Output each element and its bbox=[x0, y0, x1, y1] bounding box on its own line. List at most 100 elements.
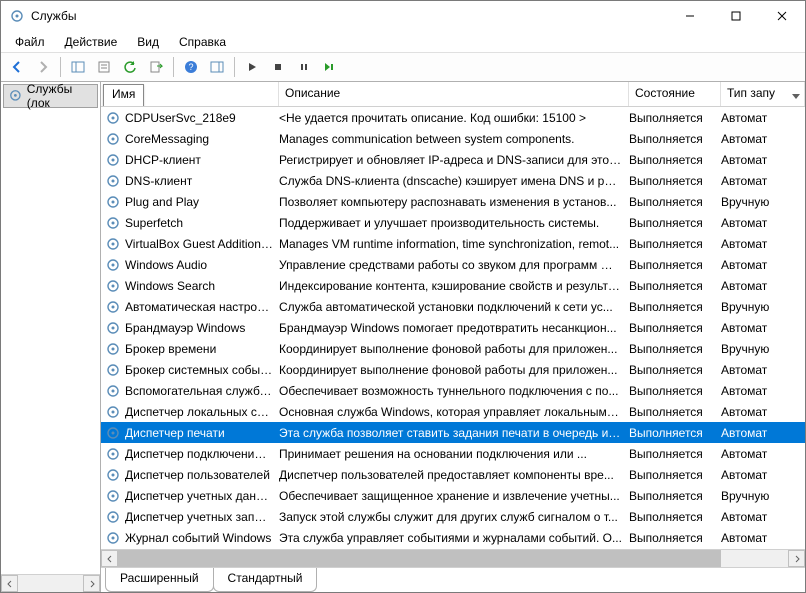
service-row[interactable]: Диспетчер подключений ...Принимает решен… bbox=[101, 443, 805, 464]
restart-service-button[interactable] bbox=[318, 55, 342, 79]
service-row[interactable]: Журнал событий WindowsЭта служба управля… bbox=[101, 527, 805, 548]
service-row[interactable]: Windows AudioУправление средствами работ… bbox=[101, 254, 805, 275]
service-startup-type: Вручную bbox=[721, 489, 805, 503]
service-row[interactable]: CDPUserSvc_218e9<Не удается прочитать оп… bbox=[101, 107, 805, 128]
service-startup-type: Вручную bbox=[721, 195, 805, 209]
console-tree[interactable]: Службы (лок bbox=[1, 82, 101, 592]
service-gear-icon bbox=[105, 488, 121, 504]
service-startup-type: Автомат bbox=[721, 510, 805, 524]
service-name: Автоматическая настройк... bbox=[125, 300, 279, 314]
service-state: Выполняется bbox=[629, 237, 721, 251]
service-description: Регистрирует и обновляет IP-адреса и DNS… bbox=[279, 153, 629, 167]
list-hscroll[interactable] bbox=[101, 549, 805, 567]
service-row[interactable]: Вспомогательная служба IPОбеспечивает во… bbox=[101, 380, 805, 401]
scroll-left-icon[interactable] bbox=[101, 550, 118, 567]
service-description: Manages VM runtime information, time syn… bbox=[279, 237, 629, 251]
service-row[interactable]: Брокер системных событийКоординирует вып… bbox=[101, 359, 805, 380]
service-gear-icon bbox=[105, 362, 121, 378]
service-row[interactable]: Брокер времениКоординирует выполнение фо… bbox=[101, 338, 805, 359]
column-description[interactable]: Описание bbox=[279, 82, 629, 106]
service-name: DHCP-клиент bbox=[125, 153, 279, 167]
maximize-button[interactable] bbox=[713, 1, 759, 31]
service-name: Брандмауэр Windows bbox=[125, 321, 279, 335]
service-name: Windows Search bbox=[125, 279, 279, 293]
service-state: Выполняется bbox=[629, 258, 721, 272]
sort-indicator-icon bbox=[792, 88, 800, 102]
service-row[interactable]: DNS-клиентСлужба DNS-клиента (dnscache) … bbox=[101, 170, 805, 191]
service-gear-icon bbox=[105, 173, 121, 189]
service-state: Выполняется bbox=[629, 300, 721, 314]
service-description: Обеспечивает возможность туннельного под… bbox=[279, 384, 629, 398]
service-state: Выполняется bbox=[629, 489, 721, 503]
tab-extended[interactable]: Расширенный bbox=[105, 568, 214, 592]
service-name: DNS-клиент bbox=[125, 174, 279, 188]
service-gear-icon bbox=[105, 257, 121, 273]
service-startup-type: Автомат bbox=[721, 153, 805, 167]
service-startup-type: Автомат bbox=[721, 447, 805, 461]
help-button[interactable]: ? bbox=[179, 55, 203, 79]
service-row[interactable]: Windows SearchИндексирование контента, к… bbox=[101, 275, 805, 296]
column-startup-type[interactable]: Тип запу bbox=[721, 82, 805, 106]
service-gear-icon bbox=[105, 509, 121, 525]
service-state: Выполняется bbox=[629, 279, 721, 293]
menu-view[interactable]: Вид bbox=[127, 33, 169, 51]
column-name[interactable]: Имя bbox=[101, 82, 279, 106]
export-list-button[interactable] bbox=[144, 55, 168, 79]
left-pane-hscroll[interactable] bbox=[1, 574, 100, 592]
service-row[interactable]: Диспетчер учетных записе...Запуск этой с… bbox=[101, 506, 805, 527]
service-description: Позволяет компьютеру распознавать измене… bbox=[279, 195, 629, 209]
start-service-button[interactable] bbox=[240, 55, 264, 79]
forward-button[interactable] bbox=[31, 55, 55, 79]
service-row[interactable]: Брандмауэр WindowsБрандмауэр Windows пом… bbox=[101, 317, 805, 338]
service-gear-icon bbox=[105, 404, 121, 420]
service-row[interactable]: Автоматическая настройк...Служба автомат… bbox=[101, 296, 805, 317]
column-state[interactable]: Состояние bbox=[629, 82, 721, 106]
service-name: CDPUserSvc_218e9 bbox=[125, 111, 279, 125]
stop-service-button[interactable] bbox=[266, 55, 290, 79]
scrollbar-thumb[interactable] bbox=[118, 550, 721, 567]
service-startup-type: Автомат bbox=[721, 363, 805, 377]
service-row[interactable]: Plug and PlayПозволяет компьютеру распоз… bbox=[101, 191, 805, 212]
service-name: Plug and Play bbox=[125, 195, 279, 209]
service-row[interactable]: Диспетчер печатиЭта служба позволяет ста… bbox=[101, 422, 805, 443]
service-gear-icon bbox=[105, 110, 121, 126]
service-name: Диспетчер учетных данных bbox=[125, 489, 279, 503]
service-row[interactable]: Диспетчер пользователейДиспетчер пользов… bbox=[101, 464, 805, 485]
service-description: Поддерживает и улучшает производительнос… bbox=[279, 216, 629, 230]
service-startup-type: Автомат bbox=[721, 384, 805, 398]
refresh-button[interactable] bbox=[118, 55, 142, 79]
service-row[interactable]: SuperfetchПоддерживает и улучшает произв… bbox=[101, 212, 805, 233]
service-state: Выполняется bbox=[629, 216, 721, 230]
back-button[interactable] bbox=[5, 55, 29, 79]
service-description: Эта служба позволяет ставить задания печ… bbox=[279, 426, 629, 440]
service-state: Выполняется bbox=[629, 405, 721, 419]
action-pane-button[interactable] bbox=[205, 55, 229, 79]
menu-file[interactable]: Файл bbox=[5, 33, 55, 51]
menu-help[interactable]: Справка bbox=[169, 33, 236, 51]
scroll-right-icon[interactable] bbox=[788, 550, 805, 567]
titlebar[interactable]: Службы bbox=[1, 1, 805, 31]
service-row[interactable]: CoreMessagingManages communication betwe… bbox=[101, 128, 805, 149]
list-body[interactable]: CDPUserSvc_218e9<Не удается прочитать оп… bbox=[101, 107, 805, 549]
close-button[interactable] bbox=[759, 1, 805, 31]
service-row[interactable]: Диспетчер локальных сеа...Основная служб… bbox=[101, 401, 805, 422]
service-description: Эта служба управляет событиями и журнала… bbox=[279, 531, 629, 545]
tab-standard[interactable]: Стандартный bbox=[213, 568, 318, 592]
services-icon bbox=[8, 88, 23, 104]
service-gear-icon bbox=[105, 467, 121, 483]
show-hide-console-tree-button[interactable] bbox=[66, 55, 90, 79]
app-icon bbox=[9, 8, 25, 24]
service-row[interactable]: VirtualBox Guest Additions ...Manages VM… bbox=[101, 233, 805, 254]
scroll-right-icon[interactable] bbox=[83, 575, 100, 592]
pause-service-button[interactable] bbox=[292, 55, 316, 79]
scroll-left-icon[interactable] bbox=[1, 575, 18, 592]
tree-root-services[interactable]: Службы (лок bbox=[3, 84, 98, 108]
service-description: Диспетчер пользователей предоставляет ко… bbox=[279, 468, 629, 482]
menu-action[interactable]: Действие bbox=[55, 33, 128, 51]
properties-button[interactable] bbox=[92, 55, 116, 79]
minimize-button[interactable] bbox=[667, 1, 713, 31]
service-description: Координирует выполнение фоновой работы д… bbox=[279, 342, 629, 356]
service-gear-icon bbox=[105, 194, 121, 210]
service-row[interactable]: DHCP-клиентРегистрирует и обновляет IP-а… bbox=[101, 149, 805, 170]
service-row[interactable]: Диспетчер учетных данныхОбеспечивает защ… bbox=[101, 485, 805, 506]
